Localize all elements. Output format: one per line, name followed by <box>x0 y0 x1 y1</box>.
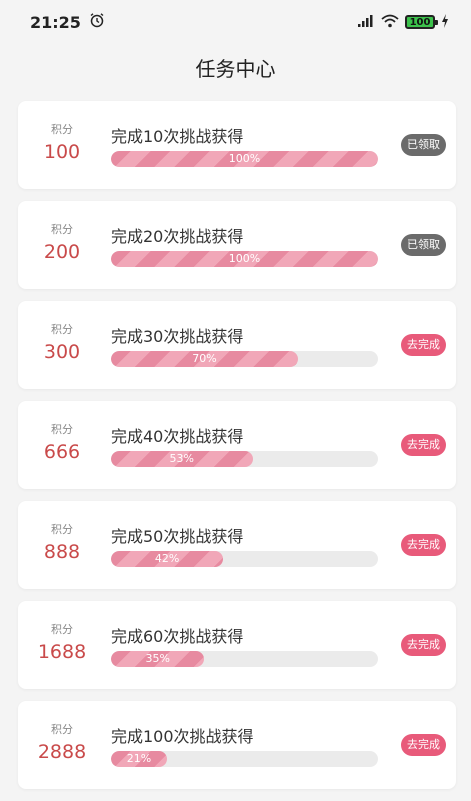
wifi-icon <box>381 13 399 32</box>
task-card: 积分 666 完成40次挑战获得 53% 去完成 <box>18 401 456 489</box>
task-card: 积分 888 完成50次挑战获得 42% 去完成 <box>18 501 456 589</box>
points-label: 积分 <box>51 423 73 436</box>
points-value: 666 <box>43 441 81 463</box>
task-card: 积分 1688 完成60次挑战获得 35% 去完成 <box>18 601 456 689</box>
points-label: 积分 <box>51 623 73 636</box>
task-list: 积分 100 完成10次挑战获得 100% 已领取 积分 200 完成20次挑战获得 100% 已… <box>18 101 456 801</box>
progress-bar: 70% <box>111 351 378 367</box>
task-title: 完成60次挑战获得 <box>111 627 244 646</box>
battery-icon: 100 <box>405 15 438 29</box>
task-card: 积分 200 完成20次挑战获得 100% 已领取 <box>18 201 456 289</box>
progress-percent: 53% <box>169 452 194 465</box>
alarm-icon <box>89 12 105 32</box>
task-title: 完成50次挑战获得 <box>111 527 244 546</box>
points-label: 积分 <box>51 723 73 736</box>
progress-percent: 100% <box>228 152 261 165</box>
battery-level: 100 <box>409 16 431 28</box>
task-title: 完成100次挑战获得 <box>111 727 254 746</box>
task-title: 完成10次挑战获得 <box>111 127 244 146</box>
go-complete-button[interactable]: 去完成 <box>401 534 446 556</box>
claimed-button[interactable]: 已领取 <box>401 234 446 256</box>
progress-bar: 42% <box>111 551 378 567</box>
task-card: 积分 2888 完成100次挑战获得 21% 去完成 <box>18 701 456 789</box>
clock-time: 21:25 <box>30 12 81 32</box>
points-label: 积分 <box>51 223 73 236</box>
progress-bar: 21% <box>111 751 378 767</box>
page-header: 任务中心 <box>0 44 471 90</box>
points-value: 1688 <box>37 641 87 663</box>
task-card: 积分 300 完成30次挑战获得 70% 去完成 <box>18 301 456 389</box>
go-complete-button[interactable]: 去完成 <box>401 734 446 756</box>
signal-icon <box>357 13 375 32</box>
points-value: 200 <box>43 241 81 263</box>
progress-bar: 100% <box>111 151 378 167</box>
claimed-button[interactable]: 已领取 <box>401 134 446 156</box>
points-label: 积分 <box>51 323 73 336</box>
task-card: 积分 100 完成10次挑战获得 100% 已领取 <box>18 101 456 189</box>
progress-bar: 100% <box>111 251 378 267</box>
progress-percent: 70% <box>192 352 217 365</box>
points-value: 100 <box>43 141 81 163</box>
progress-percent: 100% <box>228 252 261 265</box>
points-label: 积分 <box>51 123 73 136</box>
progress-percent: 35% <box>145 652 170 665</box>
go-complete-button[interactable]: 去完成 <box>401 434 446 456</box>
task-title: 完成40次挑战获得 <box>111 427 244 446</box>
progress-percent: 42% <box>154 552 180 565</box>
charging-icon <box>441 13 449 32</box>
progress-bar: 53% <box>111 451 378 467</box>
points-value: 888 <box>43 541 81 563</box>
progress-percent: 21% <box>126 752 152 765</box>
status-bar: 21:25 100 <box>0 0 471 44</box>
page-title: 任务中心 <box>195 56 276 81</box>
task-title: 完成30次挑战获得 <box>111 327 244 346</box>
task-title: 完成20次挑战获得 <box>111 227 244 246</box>
points-label: 积分 <box>51 523 73 536</box>
go-complete-button[interactable]: 去完成 <box>401 334 446 356</box>
progress-bar: 35% <box>111 651 378 667</box>
go-complete-button[interactable]: 去完成 <box>401 634 446 656</box>
points-value: 300 <box>43 341 81 363</box>
points-value: 2888 <box>37 741 87 763</box>
